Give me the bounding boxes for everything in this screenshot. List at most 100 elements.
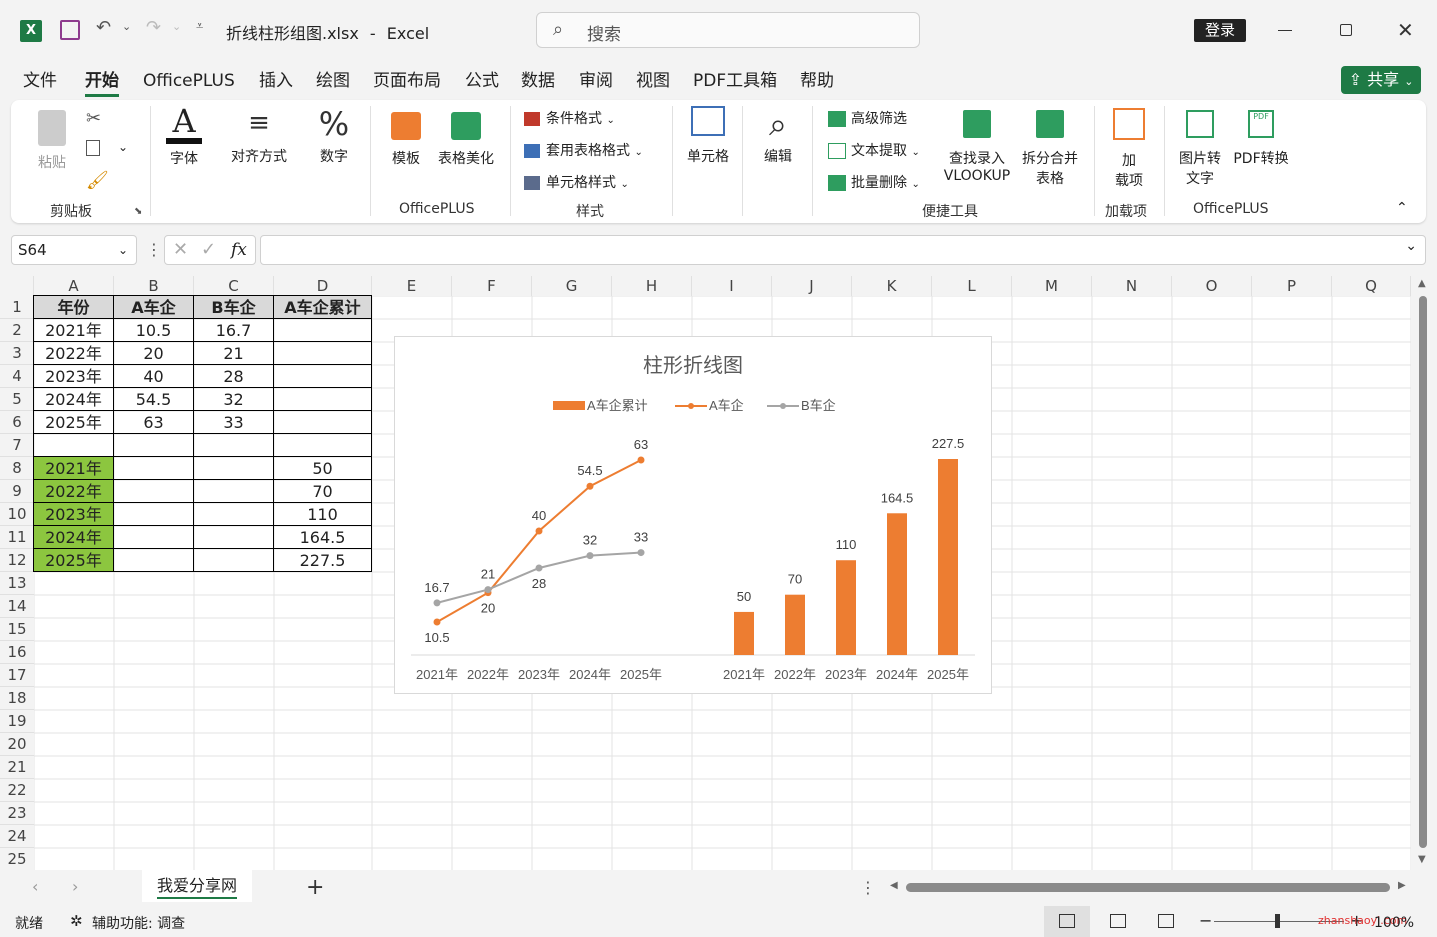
cell[interactable]: 33 <box>193 410 274 434</box>
cell[interactable]: 63 <box>113 410 194 434</box>
cell[interactable] <box>273 433 372 457</box>
align-button[interactable]: ≡ 对齐方式 <box>226 108 292 166</box>
cell[interactable]: 2024年 <box>33 525 114 549</box>
cell[interactable]: 227.5 <box>273 548 372 572</box>
row-header[interactable]: 19 <box>0 710 34 733</box>
zoom-slider-thumb[interactable] <box>1275 914 1280 928</box>
zoom-out-icon[interactable]: − <box>1199 911 1212 930</box>
column-header[interactable]: E <box>372 276 452 296</box>
cell[interactable]: 2025年 <box>33 410 114 434</box>
row-header[interactable]: 23 <box>0 802 34 825</box>
column-header[interactable]: I <box>692 276 772 296</box>
save-icon[interactable] <box>60 20 80 40</box>
add-sheet-button[interactable]: + <box>306 875 324 900</box>
cell[interactable]: 年份 <box>33 295 114 319</box>
column-header[interactable]: H <box>612 276 692 296</box>
column-header[interactable]: N <box>1092 276 1172 296</box>
zoom-level[interactable]: 100% <box>1374 915 1414 931</box>
cell[interactable]: B车企 <box>193 295 274 319</box>
maximize-icon[interactable] <box>1340 24 1352 36</box>
cell[interactable]: 32 <box>193 387 274 411</box>
row-header[interactable]: 22 <box>0 779 34 802</box>
column-header[interactable]: G <box>532 276 612 296</box>
name-box[interactable]: S64 ⌄ <box>11 235 137 265</box>
conditional-format-button[interactable]: 条件格式 ⌄ <box>524 108 615 128</box>
cell[interactable]: 21 <box>193 341 274 365</box>
cell[interactable] <box>193 479 274 503</box>
cell[interactable]: A车企 <box>113 295 194 319</box>
cell[interactable] <box>273 364 372 388</box>
tab-page-layout[interactable]: 页面布局 <box>373 68 441 94</box>
row-header[interactable]: 10 <box>0 503 34 526</box>
tab-draw[interactable]: 绘图 <box>316 68 350 94</box>
cell[interactable] <box>113 479 194 503</box>
cell[interactable]: 28 <box>193 364 274 388</box>
next-sheet-icon[interactable]: › <box>72 877 78 896</box>
font-button[interactable]: A 字体 <box>164 104 204 184</box>
cell[interactable]: 2022年 <box>33 341 114 365</box>
cell[interactable] <box>193 456 274 480</box>
tab-insert[interactable]: 插入 <box>259 68 293 94</box>
cell[interactable] <box>113 525 194 549</box>
cell[interactable]: 2024年 <box>33 387 114 411</box>
dialog-launcher-icon[interactable]: ⬊ <box>134 206 142 217</box>
sheet-tab-active[interactable]: 我爱分享网 <box>142 870 252 902</box>
cancel-icon[interactable]: ✕ <box>173 239 188 260</box>
cut-icon[interactable]: ✂ <box>86 108 101 129</box>
tab-file[interactable]: 文件 <box>23 68 57 94</box>
close-icon[interactable]: ✕ <box>1397 18 1414 42</box>
row-header[interactable]: 25 <box>0 848 34 870</box>
scroll-down-icon[interactable]: ▼ <box>1418 854 1426 865</box>
row-header[interactable]: 21 <box>0 756 34 779</box>
table-beautify-button[interactable]: 表格美化 <box>434 112 498 168</box>
cell[interactable] <box>273 318 372 342</box>
more-options-icon[interactable]: ⋮ <box>860 878 876 897</box>
column-header[interactable]: F <box>452 276 532 296</box>
tab-formulas[interactable]: 公式 <box>465 68 499 94</box>
text-extract-button[interactable]: 文本提取 ⌄ <box>828 140 920 160</box>
tab-officeplus[interactable]: OfficePLUS <box>143 68 235 94</box>
accessibility-status[interactable]: 辅助功能: 调查 <box>92 913 185 933</box>
login-button[interactable]: 登录 <box>1194 19 1246 42</box>
addins-button[interactable]: 加 载项 <box>1108 108 1150 190</box>
row-header[interactable]: 17 <box>0 664 34 687</box>
cell[interactable]: 10.5 <box>113 318 194 342</box>
row-header[interactable]: 4 <box>0 365 34 388</box>
number-button[interactable]: % 数字 <box>314 104 354 166</box>
paste-button[interactable]: 粘贴 <box>34 108 74 188</box>
tab-pdf-tools[interactable]: PDF工具箱 <box>693 68 777 94</box>
row-header[interactable]: 11 <box>0 526 34 549</box>
cell[interactable]: 2025年 <box>33 548 114 572</box>
column-header[interactable]: L <box>932 276 1012 296</box>
undo-icon[interactable]: ↶ <box>96 17 111 38</box>
row-header[interactable]: 9 <box>0 480 34 503</box>
more-options-icon[interactable]: ⋮ <box>146 240 162 259</box>
cell[interactable] <box>113 456 194 480</box>
cell[interactable]: 2022年 <box>33 479 114 503</box>
cell[interactable]: 40 <box>113 364 194 388</box>
advanced-filter-button[interactable]: 高级筛选 <box>828 108 907 128</box>
row-header[interactable]: 1 <box>0 296 34 319</box>
cell[interactable]: 20 <box>113 341 194 365</box>
cells-button[interactable]: 单元格 <box>684 106 732 166</box>
collapse-ribbon-icon[interactable]: ⌃ <box>1396 200 1408 216</box>
cell[interactable]: 16.7 <box>193 318 274 342</box>
normal-view-icon[interactable] <box>1044 906 1090 937</box>
cell[interactable]: 2023年 <box>33 502 114 526</box>
cell[interactable]: 50 <box>273 456 372 480</box>
row-header[interactable]: 15 <box>0 618 34 641</box>
edit-button[interactable]: ⌕ 编辑 <box>756 104 800 166</box>
row-header[interactable]: 2 <box>0 319 34 342</box>
row-header[interactable]: 8 <box>0 457 34 480</box>
column-header[interactable]: C <box>194 276 274 296</box>
tab-data[interactable]: 数据 <box>521 68 555 94</box>
cell[interactable]: 164.5 <box>273 525 372 549</box>
cell[interactable] <box>193 502 274 526</box>
enter-icon[interactable]: ✓ <box>201 239 216 260</box>
redo-icon[interactable]: ↷ <box>146 17 161 38</box>
column-header[interactable]: D <box>274 276 372 296</box>
share-button[interactable]: ⇪ 共享 ⌄ <box>1341 66 1421 94</box>
customize-toolbar-icon[interactable]: ⩡ <box>196 19 203 34</box>
copy-dropdown-icon[interactable]: ⌄ <box>118 140 128 154</box>
row-header[interactable]: 24 <box>0 825 34 848</box>
